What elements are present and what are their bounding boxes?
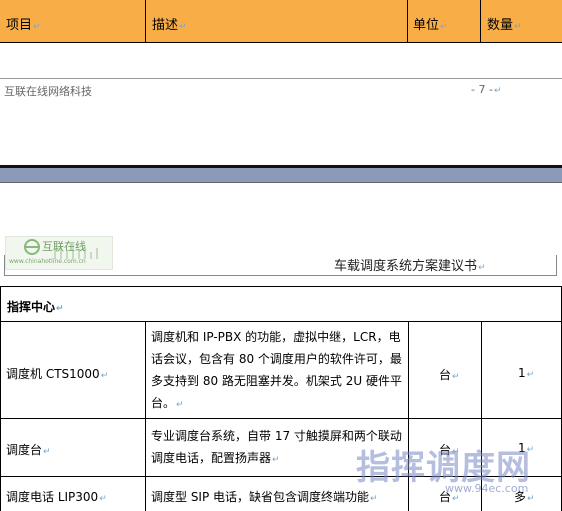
table-border (0, 321, 562, 322)
column-divider (145, 321, 146, 511)
cell-desc: 调度机和 IP-PBX 的功能，虚拟中继，LCR，电 话会议，包含有 80 个调… (151, 330, 402, 410)
header-rule-bottom (4, 275, 557, 276)
table-border (0, 286, 1, 511)
table-border (0, 286, 562, 287)
company-logo: 互联在线 www.chinahotline.com.cn (5, 236, 113, 270)
cell-item: 调度台↵ (6, 443, 51, 457)
footer-company: 互联在线网络科技 (4, 85, 92, 98)
header-divider (407, 0, 408, 43)
header-divider (480, 0, 481, 43)
header-bottom-border (0, 42, 562, 43)
logo-en-text: www.chinahotline.com.cn (9, 258, 86, 265)
header-label-desc: 描述↵ (152, 18, 187, 33)
header-label-unit: 单位↵ (413, 18, 448, 33)
cell-desc: 调度型 SIP 电话，缺省包含调度终端功能↵ (151, 490, 378, 504)
cell-item: 调度机 CTS1000↵ (6, 367, 109, 381)
header-label-qty: 数量↵ (487, 18, 522, 33)
cell-unit: 台↵ (439, 368, 460, 382)
cell-item: 调度电话 LIP300↵ (6, 490, 107, 504)
header-label-item: 项目↵ (6, 18, 41, 33)
header-divider (145, 0, 146, 43)
page-gap (0, 168, 562, 182)
row-divider (0, 418, 562, 419)
watermark-url: www.94ec.com (445, 482, 529, 495)
cell-qty: 1↵ (518, 366, 535, 380)
header-rule-left (4, 255, 5, 276)
footer-rule (0, 78, 562, 79)
footer-page-number: - 7 -↵ (471, 83, 502, 96)
section-title: 指挥中心↵ (7, 300, 64, 314)
logo-cn-text: 互联在线 (42, 240, 86, 253)
header-rule-right (556, 255, 557, 276)
page-break-bottom-border (0, 182, 562, 183)
document-title: 车载调度系统方案建议书↵ (334, 259, 486, 274)
